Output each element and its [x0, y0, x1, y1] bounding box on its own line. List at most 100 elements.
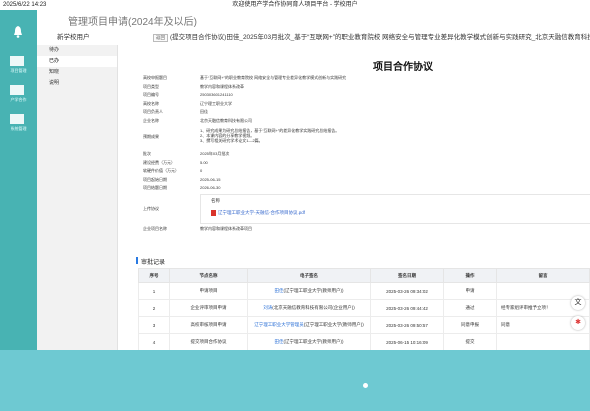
cell-op: 同意申报	[443, 316, 497, 334]
main-content: 项目合作协议 高校申报题目 基于“互联网+”的职业教育院校 网络安全与管理专业差异…	[118, 45, 590, 351]
signer-org: (辽宁理工职业大学(教师用户))	[283, 339, 344, 344]
field-value: 北京天融信教育科技有限公司	[200, 117, 252, 123]
signer-link[interactable]: 田佳	[275, 339, 284, 344]
table-row: 4 提交项目合作协议 田佳(辽宁理工职业大学(教师用户)) 2025-06-15…	[138, 333, 590, 351]
field-label: 预期成果	[143, 134, 159, 139]
cell-node: 提交项目合作协议	[169, 333, 248, 351]
field-label: 企业名称	[143, 117, 159, 123]
bottom-panel	[37, 350, 590, 411]
field-label: 高校名称	[143, 100, 159, 106]
col-header: 签名日期	[370, 268, 444, 283]
agreement-title: 项目合作协议	[373, 62, 433, 73]
sidebar-item-label[interactable]: 产学合作	[2, 97, 35, 103]
field-label: 项目结题日期	[143, 185, 167, 190]
field-label: 项目编号	[143, 92, 159, 97]
cell-no: 2	[138, 299, 170, 317]
cell-no: 1	[138, 282, 170, 300]
approval-table: 序号 节点名称 电子签名 签名日期 操作 留言 1 申请项目 田佳(辽宁理工职业…	[138, 268, 590, 351]
col-header: 序号	[138, 268, 170, 283]
col-header: 电子签名	[247, 268, 371, 283]
agreement-file-link[interactable]: 辽宁理工职业大学-天融信-合作项目协议.pdf	[211, 209, 305, 216]
window-title: 欢迎使用产学合作协同育人项目平台 - 学校用户	[232, 2, 358, 8]
translate-icon[interactable]: 文	[571, 296, 585, 310]
outcome-line: 3、撰写相关研究学术论文1—2篇。	[200, 138, 263, 143]
sidebar-item-label[interactable]: 系统管理	[2, 126, 35, 132]
field-value: 250303601241110	[200, 92, 233, 97]
table-row: 3 高校审核项目申请 辽宁理工职业大学管理员(辽宁理工职业大学(教师用户)) 2…	[138, 316, 590, 334]
col-header: 留言	[496, 268, 590, 283]
unit-name: 新学校用户	[57, 34, 90, 41]
upload-label: 上传协议	[143, 205, 159, 211]
col-header: 节点名称	[169, 268, 248, 283]
field-value: 1、研究成果为研究总结报告，基于“互联网+”的差异化教学实践研究总结报告。 2、…	[200, 128, 339, 143]
field-label: 软硬件价值（万元）	[143, 168, 179, 173]
cell-op: 通过	[443, 299, 497, 317]
submenu-item-done[interactable]: 已办	[37, 56, 117, 67]
upload-box: 名称 辽宁理工职业大学-天融信-合作项目协议.pdf	[200, 193, 590, 224]
field-value: 田佳	[200, 109, 208, 114]
upload-column-header: 名称	[211, 197, 220, 203]
field-value: 教学内容和课程体系改革项目	[200, 225, 252, 231]
signer-org: (辽宁理工职业大学(教师用户))	[303, 322, 364, 327]
file-name[interactable]: 辽宁理工职业大学-天融信-合作项目协议.pdf	[218, 210, 305, 215]
section-marker	[136, 257, 138, 264]
field-value: 5.00	[200, 159, 208, 165]
signer-org: (辽宁理工职业大学(教师用户))	[283, 288, 344, 293]
cell-no: 4	[138, 333, 170, 351]
field-value: 0	[200, 168, 203, 173]
bell-icon[interactable]	[13, 26, 23, 38]
submenu-item-help[interactable]: 说明	[37, 78, 117, 89]
field-value: 2025年03月批次	[200, 151, 230, 156]
pdf-icon	[211, 209, 216, 216]
cell-signature: 辽宁理工职业大学管理员(辽宁理工职业大学(教师用户))	[247, 316, 371, 334]
submenu: 待办 已办 知晓 说明	[37, 45, 118, 350]
field-label: 项目负责人	[143, 109, 163, 114]
field-value: 2025-06-15	[200, 176, 221, 182]
approval-section-title: 审批记录	[141, 260, 166, 266]
assistant-icon[interactable]: ✱	[571, 316, 585, 330]
signer-link[interactable]: 辽宁理工职业大学管理员	[254, 322, 304, 327]
field-value: 2026-06-30	[200, 185, 221, 190]
signer-link[interactable]: 刘涛	[263, 305, 272, 310]
cell-msg	[496, 333, 590, 351]
handshake-icon[interactable]	[10, 85, 24, 95]
submenu-item-known[interactable]: 知晓	[37, 67, 117, 78]
cell-date: 2025-03-26 09:34:02	[370, 282, 444, 300]
field-label: 建设经费（万元）	[143, 159, 175, 165]
back-button[interactable]: 返回	[153, 34, 168, 42]
cell-date: 2025-03-26 09:50:57	[370, 316, 444, 334]
status-bar: 2025/6/22 14:23 欢迎使用产学合作协同育人项目平台 - 学校用户	[0, 0, 590, 10]
signer-link[interactable]: 田佳	[275, 288, 284, 293]
settings-icon[interactable]	[10, 114, 24, 124]
sidebar-item-label[interactable]: 项目管理	[2, 68, 35, 74]
cell-signature: 田佳(辽宁理工职业大学(教师用户))	[247, 282, 371, 300]
field-label: 项目起始日期	[143, 176, 167, 182]
field-value: 基于“互联网+”的职业教育院校 网络安全与管理专业差异化教学模式创新与实践研究	[200, 75, 347, 80]
cell-node: 申请项目	[169, 282, 248, 300]
field-label: 批次	[143, 151, 151, 156]
cell-op: 申请	[443, 282, 497, 300]
document-title: (提交项目合作协议)田佳_2025年03月批次_基于“互联网+”的职业教育院校 …	[170, 34, 590, 41]
col-header: 操作	[443, 268, 497, 283]
cell-node: 高校审核项目申请	[169, 316, 248, 334]
table-row: 2 企业评审项目申请 刘涛(北京天融信教育科技有限公司(企业用户)) 2025-…	[138, 299, 590, 317]
cell-signature: 田佳(辽宁理工职业大学(教师用户))	[247, 333, 371, 351]
field-label: 企业项目名称	[143, 225, 167, 231]
field-value: 辽宁理工职业大学	[200, 100, 232, 106]
cell-date: 2025-06-15 10:16:09	[370, 333, 444, 351]
field-label: 高校申报题目	[143, 75, 167, 80]
table-row: 1 申请项目 田佳(辽宁理工职业大学(教师用户)) 2025-03-26 09:…	[138, 282, 590, 300]
cell-op: 提交	[443, 333, 497, 351]
cell-date: 2025-03-26 09:44:42	[370, 299, 444, 317]
cell-no: 3	[138, 316, 170, 334]
breadcrumb: 新学校用户 返回 (提交项目合作协议)田佳_2025年03月批次_基于“互联网+…	[37, 32, 590, 44]
cell-signature: 刘涛(北京天融信教育科技有限公司(企业用户))	[247, 299, 371, 317]
cell-node: 企业评审项目申请	[169, 299, 248, 317]
submenu-item-todo[interactable]: 待办	[37, 45, 117, 56]
left-rail: 项目管理 产学合作 系统管理	[0, 10, 37, 350]
field-value: 教学内容和课程体系改革	[200, 83, 244, 89]
page-indicator-dot	[363, 383, 368, 388]
field-label: 项目类型	[143, 83, 159, 89]
folder-icon[interactable]	[10, 56, 24, 66]
signer-org: (北京天融信教育科技有限公司(企业用户))	[272, 305, 355, 310]
